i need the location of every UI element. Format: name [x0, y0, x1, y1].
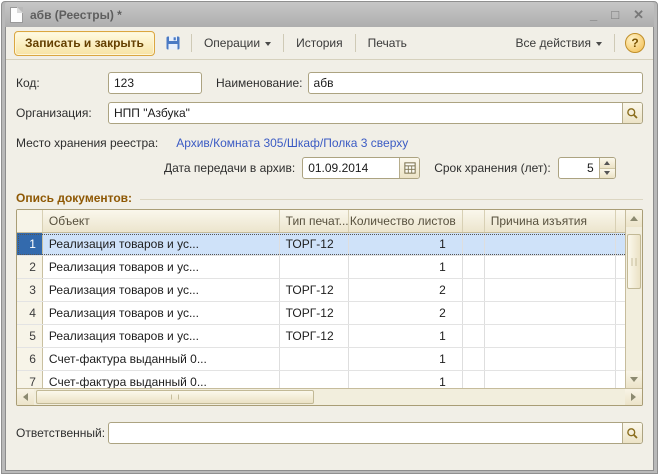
responsible-lookup-button[interactable]	[622, 423, 642, 443]
minimize-icon[interactable]: _	[590, 8, 597, 22]
table-row[interactable]: 3 Реализация товаров и ус... ТОРГ-12 2	[17, 279, 642, 302]
horizontal-scrollbar-thumb[interactable]	[36, 390, 314, 404]
dropdown-arrow-icon	[596, 42, 602, 46]
history-button[interactable]: История	[290, 32, 349, 54]
app-window: абв (Реестры) * _ □ ✕ Записать и закрыть	[1, 1, 658, 474]
name-field[interactable]: абв	[308, 72, 643, 94]
organization-field[interactable]: НПП "Азбука"	[109, 103, 622, 123]
calendar-button[interactable]	[399, 158, 419, 178]
transfer-date-field[interactable]: 01.09.2014	[303, 158, 399, 178]
arrow-left-icon[interactable]	[17, 389, 34, 405]
save-and-close-button[interactable]: Записать и закрыть	[14, 31, 155, 56]
toolbar-separator	[283, 34, 284, 52]
form-content: Записать и закрыть Операции История	[5, 27, 654, 471]
organization-lookup-button[interactable]	[622, 103, 642, 123]
storage-years-field[interactable]: 5	[559, 158, 599, 178]
responsible-label: Ответственный:	[16, 426, 108, 440]
vertical-scrollbar[interactable]	[625, 210, 642, 388]
documents-table: Объект Тип печат... Количество листов Пр…	[16, 209, 643, 406]
documents-section-label: Опись документов:	[16, 191, 132, 205]
all-actions-label: Все действия	[516, 36, 591, 50]
arrow-right-icon[interactable]	[625, 389, 642, 405]
close-icon[interactable]: ✕	[633, 8, 644, 22]
operations-menu-button[interactable]: Операции	[198, 32, 277, 54]
print-button[interactable]: Печать	[362, 32, 413, 54]
arrow-up-icon[interactable]	[626, 210, 642, 227]
toolbar-separator	[614, 34, 615, 52]
titlebar: абв (Реестры) * _ □ ✕	[5, 2, 654, 27]
section-divider	[140, 199, 643, 200]
save-icon	[165, 35, 181, 51]
magnifier-icon	[626, 427, 639, 440]
column-header-reason[interactable]: Причина изъятия	[485, 210, 616, 232]
column-header-rownum[interactable]	[17, 210, 43, 232]
calendar-icon	[404, 162, 416, 174]
code-label: Код:	[16, 76, 108, 90]
toolbar: Записать и закрыть Операции История	[6, 27, 653, 60]
spinner-up-icon[interactable]	[600, 158, 615, 168]
toolbar-separator	[355, 34, 356, 52]
storage-years-label: Срок хранения (лет):	[434, 161, 551, 175]
name-label: Наименование:	[216, 76, 303, 90]
spinner-down-icon[interactable]	[600, 168, 615, 179]
vertical-scrollbar-thumb[interactable]	[627, 234, 641, 289]
table-row[interactable]: 2 Реализация товаров и ус... 1	[17, 256, 642, 279]
operations-label: Операции	[204, 36, 260, 50]
document-icon	[10, 7, 23, 23]
column-header-sheets[interactable]: Количество листов	[349, 210, 462, 232]
toolbar-separator	[191, 34, 192, 52]
table-row[interactable]: 1 Реализация товаров и ус... ТОРГ-12 1	[17, 233, 642, 256]
help-button[interactable]: ?	[625, 33, 645, 53]
magnifier-icon	[626, 107, 639, 120]
all-actions-menu-button[interactable]: Все действия	[510, 32, 608, 54]
maximize-icon[interactable]: □	[611, 8, 619, 22]
window-title: абв (Реестры) *	[30, 8, 590, 22]
organization-label: Организация:	[16, 106, 108, 120]
table-row[interactable]: 4 Реализация товаров и ус... ТОРГ-12 2	[17, 302, 642, 325]
save-button[interactable]	[161, 32, 185, 54]
column-header-blank[interactable]	[463, 210, 485, 232]
table-row[interactable]: 5 Реализация товаров и ус... ТОРГ-12 1	[17, 325, 642, 348]
column-header-print-type[interactable]: Тип печат...	[280, 210, 350, 232]
transfer-date-label: Дата передачи в архив:	[164, 161, 295, 175]
dropdown-arrow-icon	[265, 42, 271, 46]
responsible-field[interactable]	[109, 423, 622, 443]
code-field[interactable]: 123	[108, 72, 202, 94]
column-header-object[interactable]: Объект	[43, 210, 280, 232]
table-row[interactable]: 6 Счет-фактура выданный 0... 1	[17, 348, 642, 371]
table-body: 1 Реализация товаров и ус... ТОРГ-12 1 2…	[17, 233, 642, 394]
arrow-down-icon[interactable]	[626, 371, 642, 388]
table-header-row: Объект Тип печат... Количество листов Пр…	[17, 210, 642, 233]
horizontal-scrollbar[interactable]	[17, 388, 642, 405]
storage-place-link[interactable]: Архив/Комната 305/Шкаф/Полка 3 сверху	[176, 136, 408, 150]
storage-place-label: Место хранения реестра:	[16, 136, 158, 150]
